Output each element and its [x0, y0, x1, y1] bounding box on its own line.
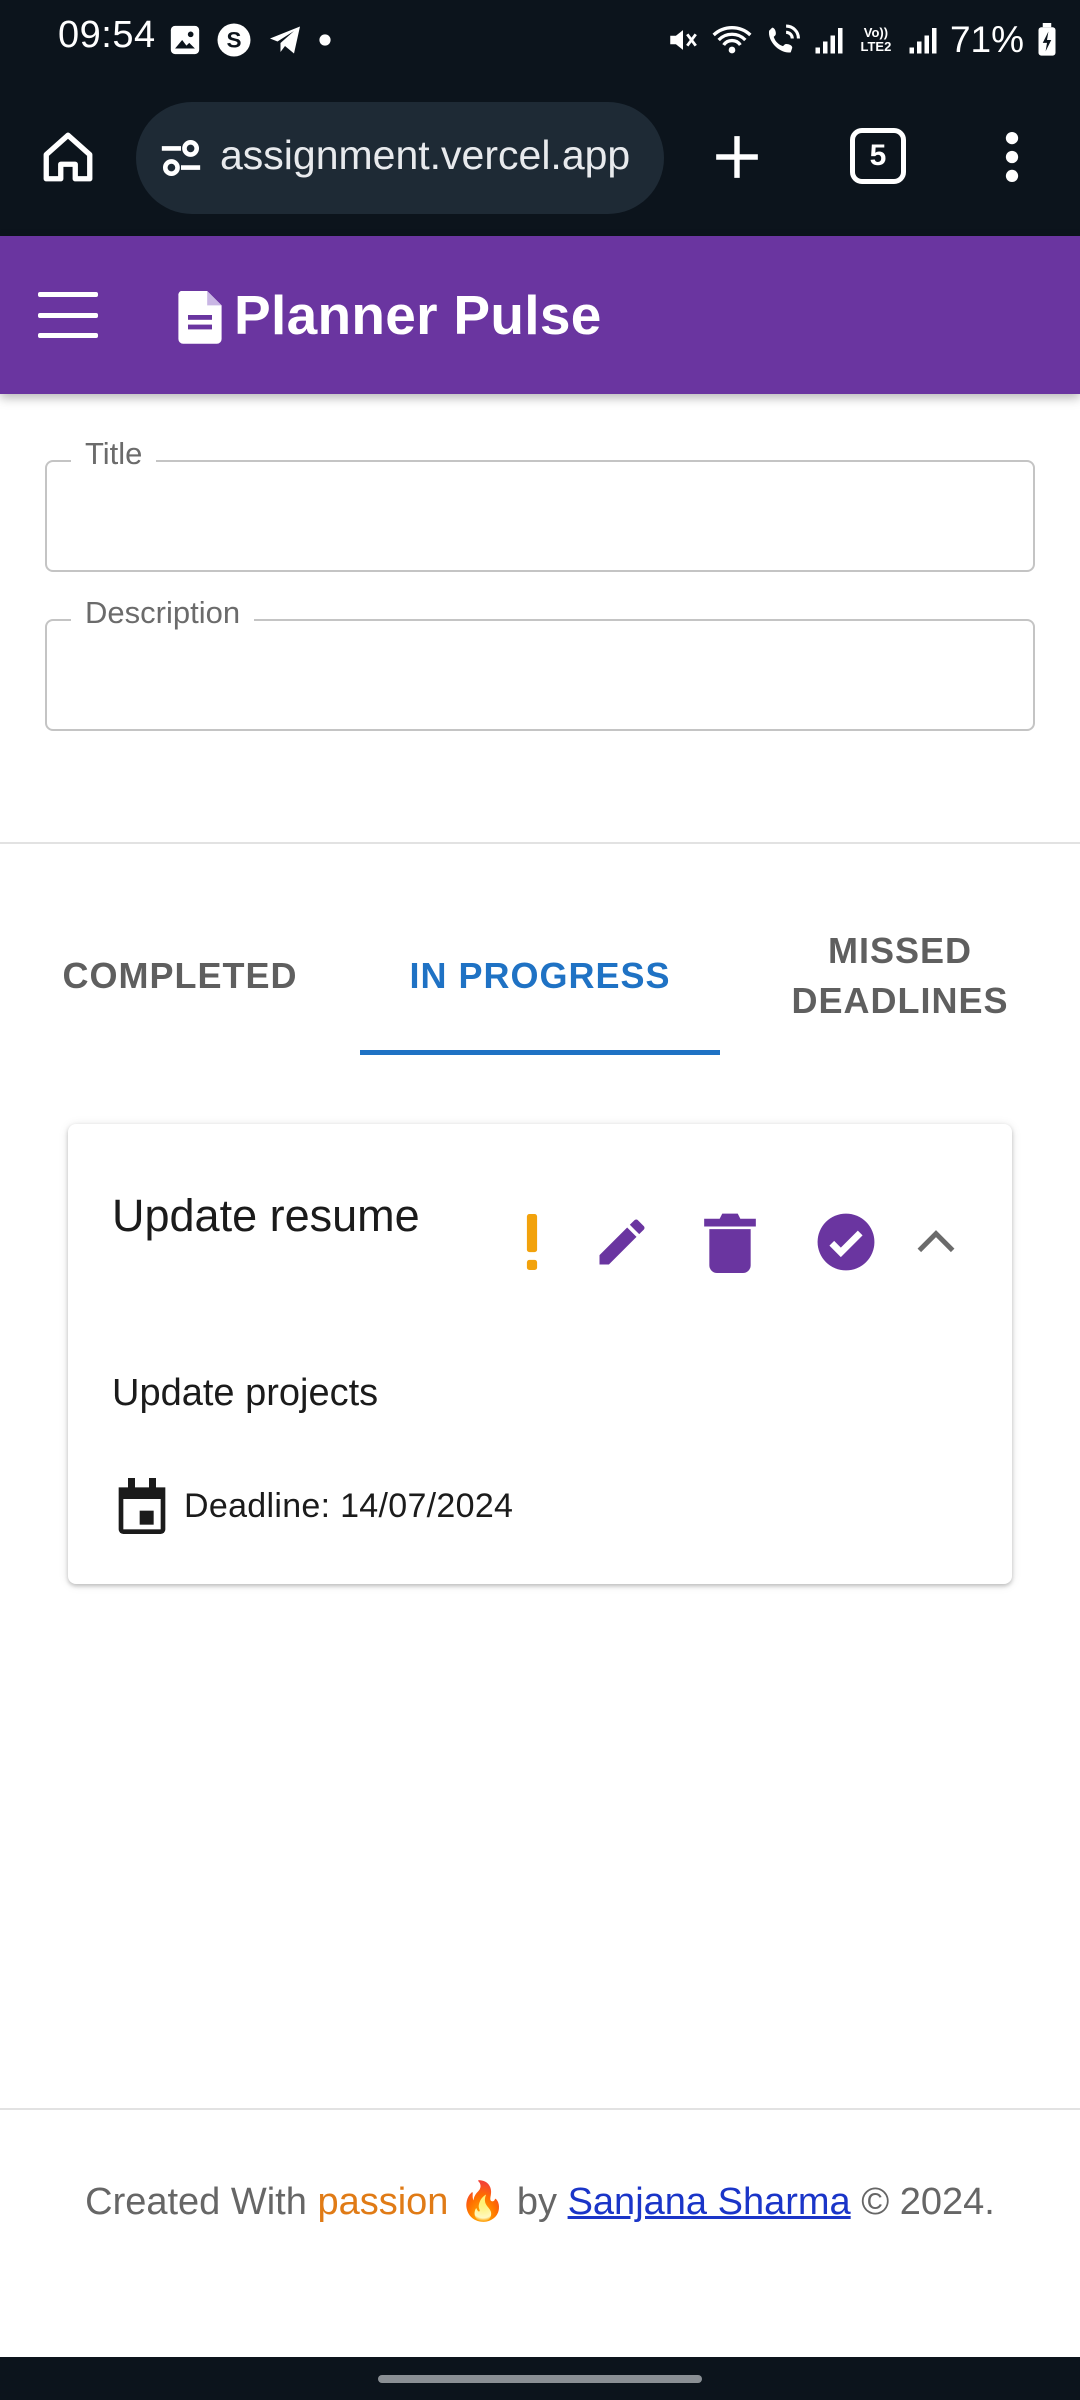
- home-icon: [43, 132, 93, 182]
- tab-in-progress[interactable]: IN PROGRESS: [360, 900, 720, 1052]
- priority-icon: [526, 1214, 538, 1270]
- more-menu-button[interactable]: [990, 124, 1034, 190]
- battery-charging-icon: [1038, 23, 1056, 56]
- notification-icons: S: [168, 20, 332, 60]
- deadline-row: Deadline: 14/07/2024: [116, 1476, 513, 1536]
- footer-prefix: Created With: [85, 2181, 307, 2223]
- signal-icon: [909, 28, 937, 54]
- edit-button[interactable]: [584, 1204, 660, 1280]
- check-circle-icon: [817, 1213, 875, 1271]
- gesture-handle[interactable]: [378, 2375, 702, 2383]
- more-vert-icon: [1005, 131, 1019, 183]
- footer-highlight: passion: [317, 2181, 449, 2223]
- wifi-icon: [712, 26, 752, 54]
- fire-emoji: 🔥: [458, 2181, 507, 2223]
- delete-button[interactable]: [698, 1204, 762, 1280]
- telegram-icon: [270, 26, 300, 54]
- description-field[interactable]: Description: [45, 595, 1035, 731]
- task-title: Update resume: [112, 1190, 420, 1241]
- new-tab-button[interactable]: [704, 124, 770, 190]
- plus-icon: [716, 136, 758, 178]
- title-input[interactable]: [73, 490, 1003, 546]
- collapse-button[interactable]: [906, 1204, 966, 1280]
- tab-count: 5: [869, 139, 887, 172]
- status-bar: 09:54 S Vo)) LTE2 71%: [0, 0, 1080, 80]
- browser-toolbar: assignment.vercel.app 5: [0, 80, 1080, 236]
- complete-button[interactable]: [808, 1204, 884, 1280]
- priority-button[interactable]: [504, 1204, 560, 1280]
- document-icon: [178, 291, 222, 344]
- gesture-bar: [0, 2357, 1080, 2400]
- app-brand: Planner Pulse: [176, 280, 602, 350]
- author-link[interactable]: Sanjana Sharma: [568, 2181, 851, 2223]
- delete-icon: [704, 1213, 756, 1273]
- menu-icon[interactable]: [38, 292, 98, 338]
- footer-copyright: © 2024.: [861, 2181, 995, 2223]
- divider: [0, 2108, 1080, 2110]
- wifi-call-icon: [768, 24, 800, 53]
- site-settings-icon[interactable]: [158, 138, 204, 178]
- signal-icon: [815, 28, 843, 54]
- address-bar[interactable]: assignment.vercel.app: [136, 102, 664, 214]
- edit-icon: [599, 1219, 645, 1265]
- home-button[interactable]: [36, 122, 100, 192]
- task-card: Update resume Update projects Deadline: …: [68, 1124, 1012, 1584]
- status-time: 09:54: [58, 14, 156, 56]
- active-tab-indicator: [360, 1050, 720, 1055]
- svg-text:S: S: [226, 28, 241, 53]
- mute-icon: [670, 30, 697, 50]
- app-bar: Planner Pulse: [0, 236, 1080, 394]
- divider: [0, 842, 1080, 844]
- title-field[interactable]: Title: [45, 436, 1035, 572]
- calendar-icon: [118, 1478, 166, 1534]
- footer-by: by: [516, 2181, 558, 2223]
- tab-switcher-button[interactable]: 5: [850, 128, 906, 184]
- network-label: Vo)) LTE2: [860, 25, 892, 54]
- battery-percent: 71%: [949, 19, 1024, 60]
- status-right: Vo)) LTE2 71%: [666, 14, 1058, 66]
- description-label: Description: [71, 595, 255, 631]
- app-title: Planner Pulse: [234, 284, 602, 346]
- title-label: Title: [71, 436, 157, 472]
- deadline-text: Deadline: 14/07/2024: [184, 1486, 514, 1525]
- tab-completed[interactable]: COMPLETED: [0, 900, 360, 1052]
- s-app-icon: S: [217, 23, 251, 57]
- image-icon: [170, 25, 200, 55]
- tab-missed-deadlines[interactable]: MISSED DEADLINES: [720, 900, 1080, 1052]
- footer: Created With passion 🔥 by Sanjana Sharma…: [60, 2174, 1020, 2230]
- task-description: Update projects: [112, 1372, 379, 1414]
- dot-icon: [319, 34, 331, 46]
- url-text[interactable]: assignment.vercel.app: [220, 132, 660, 179]
- chevron-up-icon: [917, 1230, 955, 1253]
- description-input[interactable]: [73, 649, 1003, 705]
